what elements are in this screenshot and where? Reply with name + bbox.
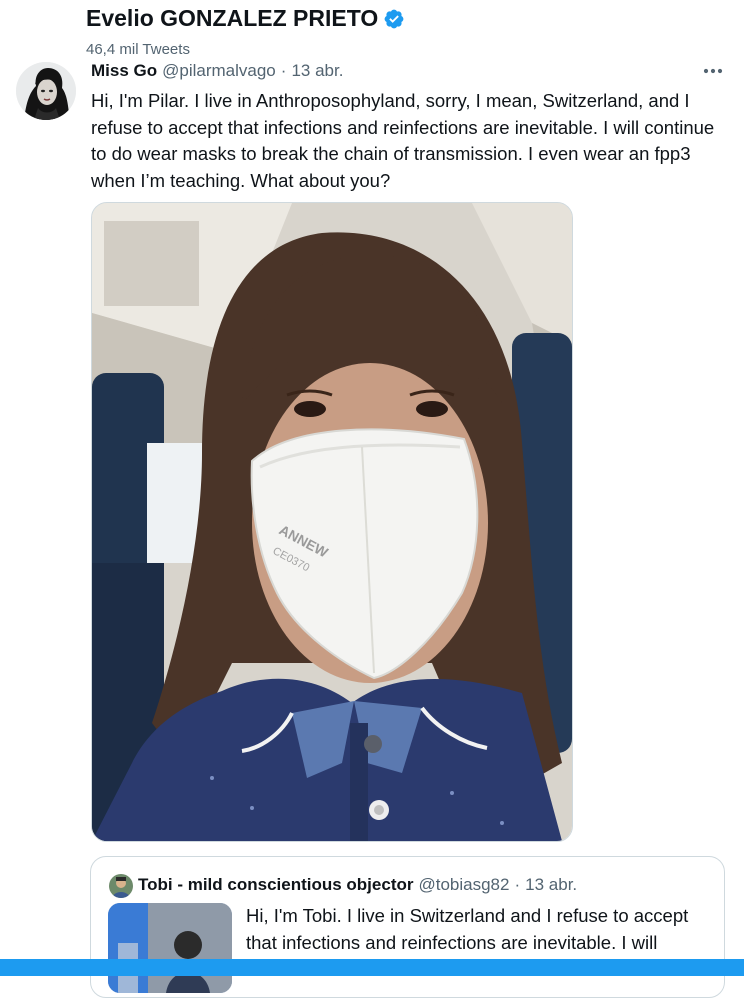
avatar-portrait [16, 62, 76, 120]
tweet-header: Miss Go @pilarmalvago · 13 abr. [91, 61, 343, 81]
header-title-row: Evelio GONZALEZ PRIETO [86, 5, 405, 32]
author-avatar[interactable] [16, 62, 76, 120]
quoted-author-handle[interactable]: @tobiasg82 [418, 875, 509, 895]
profile-name: Evelio GONZALEZ PRIETO [86, 5, 379, 31]
selfie-illustration: ANNEW CE0370 [92, 203, 572, 841]
quoted-tweet-date[interactable]: 13 abr. [525, 875, 577, 895]
header-separator: · [280, 61, 287, 80]
quoted-avatar-picture [109, 874, 133, 898]
tweet-text: Hi, I'm Pilar. I live in Anthroposophyla… [91, 90, 715, 191]
quoted-author-name[interactable]: Tobi - mild conscientious objector [138, 875, 413, 895]
tweet-count: 46,4 mil Tweets [86, 41, 190, 58]
bottom-banner [0, 959, 744, 976]
more-options-icon[interactable] [700, 64, 726, 78]
quoted-tweet-card[interactable]: Tobi - mild conscientious objector @tobi… [90, 856, 725, 998]
tweet-photo[interactable]: ANNEW CE0370 [91, 202, 573, 842]
tweet-date[interactable]: 13 abr. [291, 61, 343, 81]
profile-header: Evelio GONZALEZ PRIETO 46,4 mil Tweets [0, 0, 744, 62]
quoted-header-separator: · [514, 875, 521, 894]
quoted-tweet-thumbnail[interactable] [108, 903, 232, 993]
quoted-author-avatar[interactable] [109, 874, 133, 898]
quoted-thumbnail-picture [108, 903, 232, 993]
author-name[interactable]: Miss Go [91, 61, 157, 81]
quoted-tweet-header: Tobi - mild conscientious objector @tobi… [138, 875, 577, 895]
verified-badge-icon [384, 9, 404, 28]
author-handle[interactable]: @pilarmalvago [162, 61, 276, 81]
